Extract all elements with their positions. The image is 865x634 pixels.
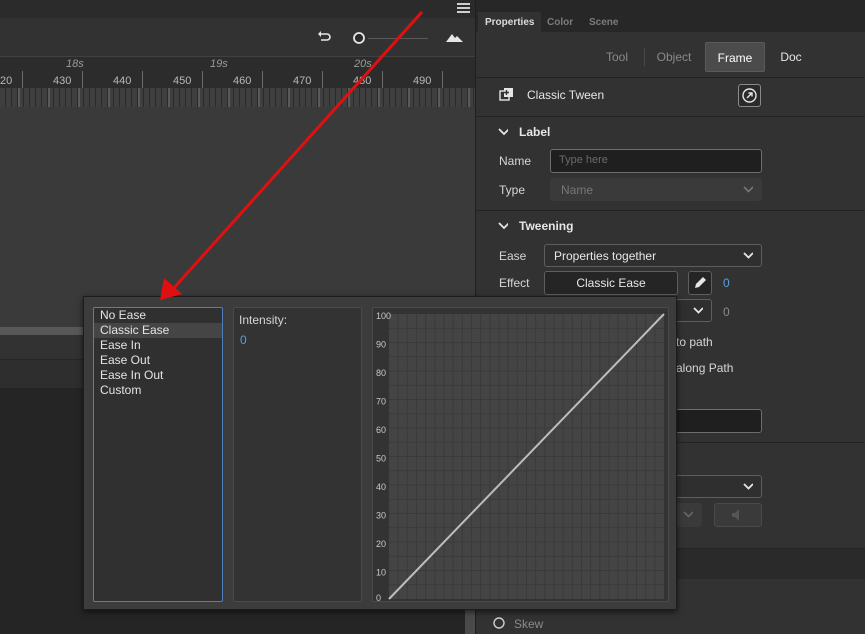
zoom-slider-track[interactable] (368, 38, 428, 39)
y-tick-label: 10 (376, 568, 386, 578)
chevron-down-icon (693, 307, 703, 314)
panel-menu-icon[interactable] (457, 3, 470, 14)
ease-option[interactable]: Ease In Out (94, 368, 222, 383)
second-label: 20s (354, 58, 372, 70)
tweening-section-title: Tweening (519, 219, 574, 233)
label-name-input[interactable]: Type here (550, 149, 762, 173)
radio-icon[interactable] (492, 616, 506, 630)
intensity-panel: Intensity: 0 (233, 307, 362, 602)
tab-properties[interactable]: Properties (478, 12, 542, 32)
sound-edit-button[interactable] (714, 503, 762, 527)
ease-preset-popup: No Ease Classic Ease Ease In Ease Out Ea… (83, 296, 677, 610)
effect-button[interactable]: Classic Ease (544, 271, 678, 295)
y-tick-label: 50 (376, 454, 386, 464)
effect-label: Effect (499, 276, 530, 290)
label-type-value: Name (561, 183, 594, 197)
properties-segment-control: Tool Object Frame Doc (476, 42, 865, 72)
chevron-down-icon[interactable] (498, 127, 508, 137)
type-label: Type (499, 183, 526, 197)
label-section-title: Label (519, 125, 551, 139)
frame-number: 450 (173, 75, 192, 87)
skew-label: Skew (514, 617, 544, 631)
frame-number: 470 (293, 75, 312, 87)
speaker-icon (732, 509, 739, 521)
frame-number: 460 (233, 75, 252, 87)
chevron-down-icon (743, 252, 753, 259)
y-tick-label: 40 (376, 482, 386, 492)
frame-number: 490 (413, 75, 432, 87)
chevron-down-icon (743, 483, 753, 490)
tween-type-label: Classic Tween (527, 88, 605, 102)
segment-object[interactable]: Object (646, 42, 702, 72)
edit-ease-button[interactable] (688, 271, 712, 295)
rotate-count[interactable]: 0 (723, 305, 730, 319)
frame-number: 440 (113, 75, 132, 87)
name-label: Name (499, 154, 532, 168)
segment-doc[interactable]: Doc (766, 42, 816, 72)
segment-tool[interactable]: Tool (591, 42, 643, 72)
ease-dropdown-value: Properties together (554, 249, 657, 263)
tab-scene[interactable]: Scene (582, 12, 625, 32)
chevron-down-icon (683, 511, 693, 518)
timeline-controls (0, 18, 475, 56)
second-label: 18s (66, 58, 84, 70)
label-type-dropdown[interactable]: Name (550, 178, 762, 201)
y-tick-label: 70 (376, 397, 386, 407)
intensity-value[interactable]: 0 (240, 333, 247, 347)
panel-tab-bar: Properties Color Scene (476, 0, 865, 32)
ease-option[interactable]: Custom (94, 383, 222, 398)
segment-frame[interactable]: Frame (705, 42, 765, 72)
intensity-label: Intensity: (239, 313, 288, 327)
timeline-ruler[interactable]: 18s 19s 20s 20 430 440 450 460 470 480 4… (0, 56, 475, 89)
zoom-slider-handle[interactable] (352, 31, 366, 45)
chevron-down-icon[interactable] (498, 221, 508, 231)
mountain-icon[interactable] (446, 32, 463, 42)
effect-value-number[interactable]: 0 (723, 276, 730, 290)
timeline-header (0, 0, 475, 18)
y-tick-label: 0 (376, 593, 381, 603)
tween-settings-button[interactable] (738, 84, 761, 107)
ease-preset-list[interactable]: No Ease Classic Ease Ease In Ease Out Ea… (93, 307, 223, 602)
timeline-layers-area (0, 107, 475, 327)
ease-graph-svg: 1009080706050403020100 (376, 311, 665, 603)
y-tick-label: 80 (376, 368, 386, 378)
tween-icon (499, 88, 513, 101)
ease-option-selected[interactable]: Classic Ease (94, 323, 222, 338)
ease-option[interactable]: Ease Out (94, 353, 222, 368)
orient-to-path-label: to path (676, 335, 713, 349)
y-tick-label: 20 (376, 539, 386, 549)
ease-dropdown[interactable]: Properties together (544, 244, 762, 267)
pencil-icon (695, 277, 706, 288)
second-label: 19s (210, 58, 228, 70)
frame-number: 480 (353, 75, 372, 87)
y-tick-label: 100 (376, 311, 391, 321)
frame-strip[interactable] (0, 88, 475, 107)
open-external-icon (742, 88, 757, 103)
frame-number: 430 (53, 75, 72, 87)
y-tick-label: 90 (376, 340, 386, 350)
ease-curve-graph[interactable]: 100 90 80 70 60 50 40 30 20 10 0 (372, 307, 669, 603)
ease-option[interactable]: No Ease (94, 308, 222, 323)
frame-number: 20 (0, 75, 13, 87)
ease-option[interactable]: Ease In (94, 338, 222, 353)
chevron-down-icon (743, 186, 753, 193)
tab-color[interactable]: Color (540, 12, 580, 32)
loop-icon[interactable] (317, 31, 331, 43)
ease-label: Ease (499, 249, 527, 263)
y-tick-label: 60 (376, 425, 386, 435)
scale-along-path-label: along Path (676, 361, 734, 375)
y-tick-label: 30 (376, 511, 386, 521)
